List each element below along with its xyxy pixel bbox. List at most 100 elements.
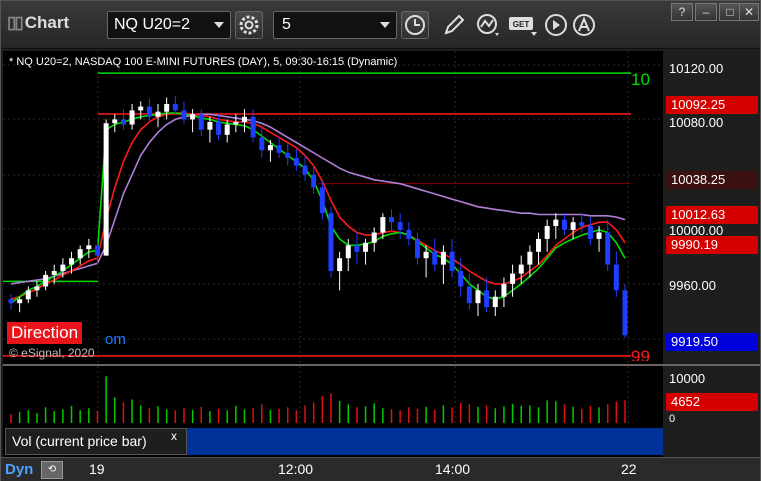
candle-body bbox=[302, 165, 308, 175]
volume-study-title-text: Vol (current price bar) bbox=[12, 433, 147, 449]
clock-icon bbox=[405, 15, 425, 35]
candle-body bbox=[103, 123, 109, 256]
interval-value: 5 bbox=[282, 16, 291, 33]
price-tick: 9960.00 bbox=[669, 278, 716, 293]
candle-body bbox=[544, 226, 550, 239]
candle-body bbox=[449, 251, 455, 272]
candle-body bbox=[129, 110, 135, 125]
price-level-label: 10038.25 bbox=[666, 171, 758, 189]
price-level-label: 10092.25 bbox=[666, 96, 758, 114]
candle-body bbox=[622, 290, 628, 336]
direction-suffix: om bbox=[105, 331, 126, 348]
last-price-text: 9919.50 bbox=[671, 334, 718, 349]
settings-button[interactable] bbox=[235, 11, 263, 39]
candle-body bbox=[354, 245, 360, 252]
candle-body bbox=[293, 157, 299, 166]
last-price-label: 9919.50 bbox=[666, 333, 758, 351]
symbol-input[interactable]: NQ U20=2 bbox=[107, 11, 231, 39]
candle-body bbox=[94, 245, 100, 256]
candle-body bbox=[8, 299, 14, 304]
candle-body bbox=[337, 258, 343, 272]
pencil-icon[interactable] bbox=[441, 12, 467, 38]
price-level-text: 10092.25 bbox=[671, 97, 726, 112]
candle-body bbox=[17, 299, 23, 304]
close-button[interactable]: ✕ bbox=[739, 3, 759, 21]
price-tick: 10120.00 bbox=[669, 61, 724, 76]
grip-icon[interactable]: ▯▯ bbox=[7, 13, 24, 32]
candle-body bbox=[406, 229, 412, 239]
candle-body bbox=[501, 283, 507, 297]
window-title: ▯▯ Chart bbox=[7, 13, 69, 33]
candle-body bbox=[536, 238, 542, 252]
candle-body bbox=[319, 187, 325, 214]
candle-body bbox=[389, 217, 395, 223]
price-tick: 10080.00 bbox=[669, 115, 724, 130]
link-icon[interactable]: ⟲ bbox=[41, 461, 63, 479]
volume-study-title[interactable]: Vol (current price bar) bbox=[5, 428, 187, 455]
chevron-down-icon[interactable] bbox=[380, 22, 390, 28]
candle-body bbox=[233, 121, 239, 125]
candle-body bbox=[328, 213, 334, 272]
candle-body bbox=[241, 116, 247, 122]
price-level-label: 9990.19 bbox=[666, 236, 758, 254]
candle-body bbox=[613, 264, 619, 291]
price-level-text: 10038.25 bbox=[671, 172, 726, 187]
candle-body bbox=[475, 290, 481, 304]
chart-legend: * NQ U20=2, NASDAQ 100 E-MINI FUTURES (D… bbox=[9, 56, 398, 68]
svg-text:GET: GET bbox=[513, 20, 530, 29]
candle-body bbox=[250, 116, 256, 138]
alert-icon[interactable] bbox=[571, 12, 597, 38]
candle-body bbox=[423, 251, 429, 259]
candle-body bbox=[112, 119, 118, 124]
chevron-down-icon[interactable] bbox=[214, 22, 224, 28]
study-icon[interactable] bbox=[475, 12, 501, 38]
candle-body bbox=[155, 111, 161, 117]
candle-body bbox=[311, 174, 317, 188]
candle-body bbox=[86, 245, 92, 250]
candle-body bbox=[579, 222, 585, 227]
chart-toolbar: ▯▯ Chart NQ U20=2 5 GET ? – □ ✕ bbox=[1, 1, 760, 49]
candle-body bbox=[527, 251, 533, 265]
candle-body bbox=[363, 242, 369, 252]
interval-select[interactable]: 5 bbox=[273, 11, 397, 39]
get-icon[interactable]: GET bbox=[507, 12, 539, 38]
candle-body bbox=[484, 290, 490, 308]
candle-body bbox=[371, 232, 377, 243]
candle-body bbox=[138, 106, 144, 111]
price-level-label: 10012.63 bbox=[666, 206, 758, 224]
dynamic-toggle[interactable]: Dyn bbox=[5, 461, 33, 478]
green-level-tag: 10 bbox=[631, 70, 650, 89]
time-label: 12:00 bbox=[278, 461, 314, 477]
candle-body bbox=[345, 245, 351, 259]
candle-body bbox=[259, 137, 265, 151]
candle-body bbox=[285, 152, 291, 158]
candle-body bbox=[587, 226, 593, 239]
play-icon[interactable] bbox=[543, 12, 569, 38]
candle-body bbox=[466, 286, 472, 304]
maximize-button[interactable]: □ bbox=[719, 3, 741, 21]
candle-body bbox=[181, 110, 187, 120]
candle-body bbox=[605, 232, 611, 265]
candle-body bbox=[146, 106, 152, 117]
minimize-button[interactable]: – bbox=[695, 3, 717, 21]
candle-body bbox=[51, 271, 57, 275]
direction-badge: Direction bbox=[7, 322, 83, 344]
time-button[interactable] bbox=[401, 11, 429, 39]
copyright-text: © eSignal, 2020 bbox=[9, 346, 95, 360]
candle-body bbox=[414, 238, 420, 259]
candle-body bbox=[77, 249, 83, 259]
help-button[interactable]: ? bbox=[671, 3, 693, 21]
volume-current-text: 4652 bbox=[671, 394, 700, 409]
candle-body bbox=[198, 114, 204, 130]
candle-body bbox=[25, 290, 31, 300]
candle-body bbox=[164, 103, 170, 112]
volume-tick: 10000 bbox=[669, 371, 706, 386]
price-chart[interactable] bbox=[3, 51, 760, 457]
candle-body bbox=[458, 271, 464, 287]
candle-body bbox=[380, 217, 386, 233]
candle-body bbox=[570, 222, 576, 230]
candle-body bbox=[596, 232, 602, 239]
candle-body bbox=[553, 219, 559, 227]
volume-current-label: 4652 bbox=[666, 393, 758, 411]
close-icon[interactable]: x bbox=[171, 429, 177, 443]
